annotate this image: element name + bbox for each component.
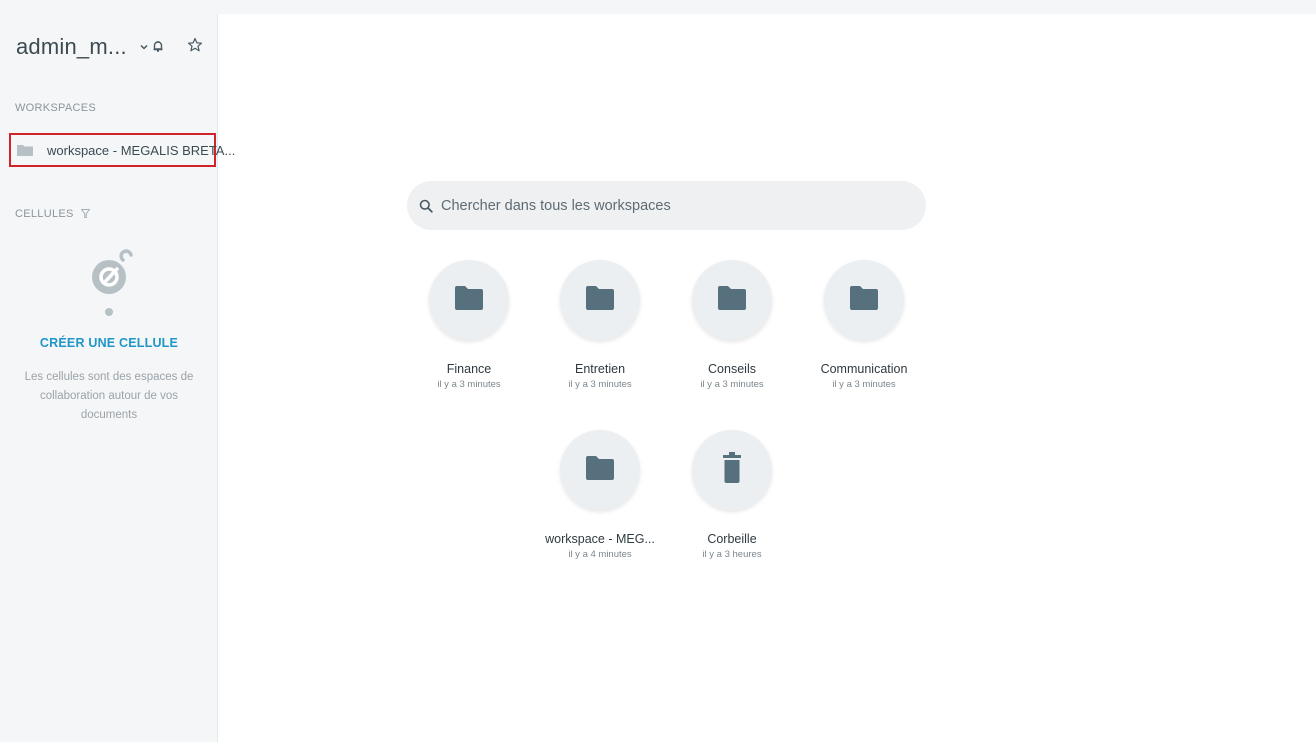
tile-name: Finance	[446, 362, 492, 376]
cells-illustration	[84, 240, 144, 320]
cells-heading-label: CELLULES	[15, 208, 74, 220]
folder-icon	[455, 285, 483, 315]
chevron-down-icon[interactable]	[137, 40, 151, 54]
tile-circle	[692, 430, 772, 510]
create-cell-button[interactable]: CRÉER UNE CELLULE	[0, 336, 218, 350]
folder-icon	[718, 285, 746, 315]
cells-heading: CELLULES	[15, 208, 91, 220]
workspace-tile-finance[interactable]: Finance il y a 3 minutes	[409, 260, 529, 390]
tile-circle	[560, 430, 640, 510]
tile-time: il y a 4 minutes	[568, 549, 632, 560]
filter-icon[interactable]	[80, 209, 91, 218]
tile-circle	[824, 260, 904, 340]
tile-circle	[560, 260, 640, 340]
workspace-tile-conseils[interactable]: Conseils il y a 3 minutes	[672, 260, 792, 390]
tile-time: il y a 3 minutes	[832, 379, 896, 390]
search-input[interactable]: Chercher dans tous les workspaces	[407, 181, 926, 230]
cells-description: Les cellules sont des espaces de collabo…	[24, 371, 194, 421]
sidebar: admin_m... WORKSPACES workspace - MEGALI…	[0, 14, 235, 742]
folder-icon	[850, 285, 878, 315]
tile-circle	[692, 260, 772, 340]
trash-icon	[722, 451, 742, 489]
tile-time: il y a 3 minutes	[568, 379, 632, 390]
tile-name: Entretien	[574, 362, 626, 376]
workspace-tile-corbeille[interactable]: Corbeille il y a 3 heures	[672, 430, 792, 560]
tile-name: Conseils	[708, 362, 756, 376]
sidebar-item-label: workspace - MEGALIS BRETA...	[47, 142, 236, 158]
sidebar-item-workspace[interactable]: workspace - MEGALIS BRETA...	[9, 133, 235, 167]
tile-time: il y a 3 minutes	[700, 379, 764, 390]
bell-icon[interactable]	[150, 38, 166, 54]
search-placeholder: Chercher dans tous les workspaces	[441, 197, 671, 214]
star-icon[interactable]	[187, 37, 203, 53]
folder-icon	[586, 455, 614, 485]
workspaces-heading: WORKSPACES	[15, 102, 97, 114]
tile-name: workspace - MEG...	[545, 532, 655, 546]
top-strip	[0, 0, 1316, 14]
folder-icon	[17, 144, 33, 156]
folder-icon	[586, 285, 614, 315]
tile-name: Communication	[820, 362, 908, 376]
workspace-tile-communication[interactable]: Communication il y a 3 minutes	[804, 260, 924, 390]
search-icon	[419, 199, 433, 213]
workspace-tile-entretien[interactable]: Entretien il y a 3 minutes	[540, 260, 660, 390]
tile-name: Corbeille	[707, 532, 757, 546]
workspace-tile-megalis[interactable]: workspace - MEG... il y a 4 minutes	[540, 430, 660, 560]
tile-circle	[429, 260, 509, 340]
tile-time: il y a 3 minutes	[437, 379, 501, 390]
user-menu[interactable]: admin_m...	[16, 32, 151, 62]
tile-time: il y a 3 heures	[702, 549, 762, 560]
user-name: admin_m...	[16, 34, 127, 59]
